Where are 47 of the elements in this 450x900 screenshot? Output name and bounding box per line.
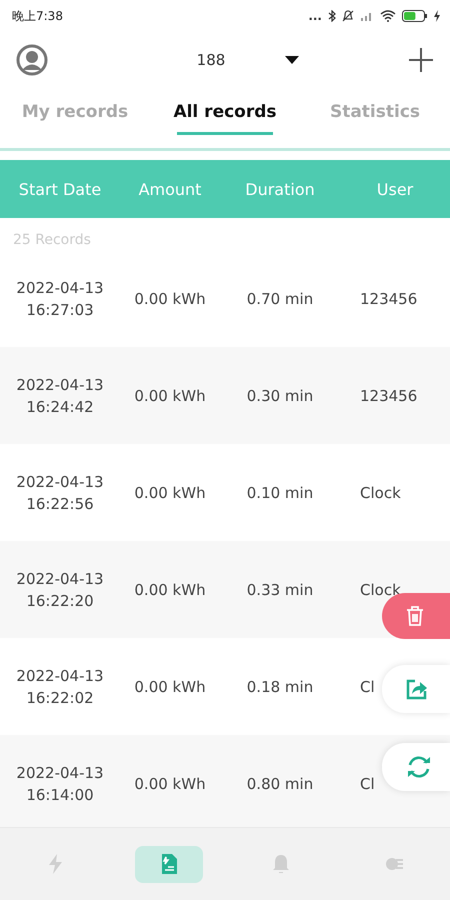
date-cell-text: 2022-04-13 16:22:56	[15, 472, 105, 514]
bell-muted-icon	[342, 10, 354, 22]
battery-icon	[402, 10, 428, 22]
device-selector[interactable]: 188	[196, 51, 226, 69]
date-cell-text: 2022-04-13 16:22:20	[15, 568, 105, 612]
column-header: Start Date	[18, 180, 102, 198]
duration-cell-text: 0.70 min	[246, 290, 314, 308]
amount-cell-text: 0.00 kWh	[133, 484, 207, 502]
date-cell-text: 2022-04-13 16:22:02	[15, 666, 105, 708]
share-icon	[406, 678, 428, 700]
user-cell-text: 123456	[359, 386, 418, 404]
add-icon[interactable]	[408, 47, 434, 73]
status-time: 晚上7:38	[12, 8, 63, 24]
bluetooth-icon	[328, 10, 336, 22]
refresh-button[interactable]	[382, 743, 450, 791]
date-cell-text: 2022-04-13 16:14:00	[15, 762, 105, 806]
duration-cell-text: 0.10 min	[246, 484, 314, 502]
nav-tab[interactable]	[134, 846, 203, 882]
amount-cell-text: 0.00 kWh	[133, 580, 207, 598]
date-cell-text: 2022-04-13 16:24:42	[15, 374, 105, 418]
user-cell-text: 123456	[359, 290, 418, 308]
user-cell-text: Cl	[359, 678, 375, 696]
user-cell-text: Cl	[359, 774, 375, 792]
user-cell-text: Clock	[359, 580, 401, 598]
more-indicator: ...	[308, 9, 322, 23]
date-cell-text: 2022-04-13 16:27:03	[15, 278, 105, 320]
refresh-icon	[406, 755, 432, 779]
amount-cell-text: 0.00 kWh	[133, 386, 207, 404]
duration-cell-text: 0.18 min	[246, 678, 314, 696]
caret-icon[interactable]	[285, 56, 300, 64]
column-header: Duration	[244, 180, 316, 198]
duration-cell-text: 0.30 min	[246, 386, 314, 404]
signal-icon	[360, 10, 374, 22]
share-button[interactable]	[382, 665, 450, 713]
duration-cell-text: 0.33 min	[246, 580, 314, 598]
column-header: Amount	[138, 180, 202, 198]
duration-cell-text: 0.80 min	[246, 774, 314, 792]
avatar-icon[interactable]	[16, 44, 48, 76]
user-cell-text: Clock	[359, 484, 401, 502]
amount-cell-text: 0.00 kWh	[133, 774, 207, 792]
amount-cell-text: 0.00 kWh	[133, 678, 207, 696]
wifi-icon	[380, 10, 396, 22]
column-header: User	[376, 180, 414, 198]
charging-icon	[434, 10, 440, 22]
trash-icon	[406, 606, 424, 626]
amount-cell-text: 0.00 kWh	[133, 290, 207, 308]
tab[interactable]: All records	[150, 88, 300, 148]
